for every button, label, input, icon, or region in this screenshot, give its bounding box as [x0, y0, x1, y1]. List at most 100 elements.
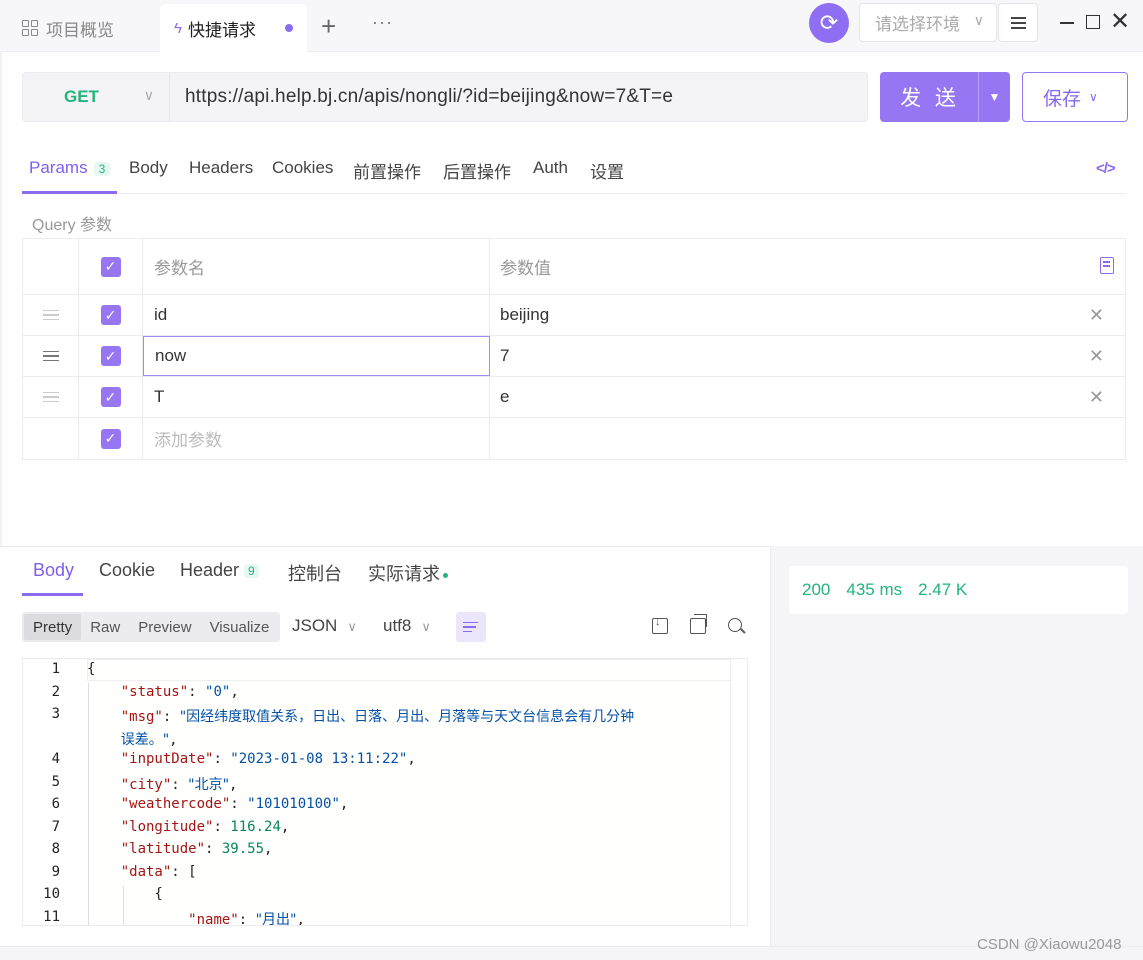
json-value: 39.55 [221, 841, 265, 857]
method-select[interactable]: GET ∨ [23, 73, 170, 121]
environment-select[interactable]: 请选择环境 ∨ [859, 3, 997, 42]
download-icon[interactable] [652, 616, 668, 634]
tab-params[interactable]: Params 3 [29, 158, 111, 178]
param-value-input[interactable]: e ✕ [490, 377, 1126, 417]
more-icon[interactable]: ··· [372, 12, 393, 33]
view-mode-switch: Pretty Raw Preview Visualize [22, 612, 281, 642]
drag-handle-icon[interactable] [42, 309, 59, 321]
code-line: "weathercode": "101010100", [120, 796, 349, 812]
table-row: ✓ T e ✕ [23, 377, 1125, 418]
select-all-cell: ✓ [79, 239, 143, 294]
line-number: 7 [51, 819, 60, 835]
drag-handle-cell [23, 418, 79, 459]
code-line: "data": [ [120, 864, 197, 880]
watermark: CSDN @Xiaowu2048 [977, 936, 1122, 953]
tab-response-cookie[interactable]: Cookie [99, 560, 155, 581]
code-line: { [87, 661, 96, 677]
row-check-cell: ✓ [79, 295, 143, 335]
status-code: 200 [802, 580, 831, 599]
add-param-row: ✓ 添加参数 [23, 418, 1125, 459]
row-checkbox[interactable]: ✓ [100, 305, 121, 325]
line-number: 6 [51, 796, 60, 812]
code-line: "inputDate": "2023-01-08 13:11:22", [120, 751, 416, 767]
drag-handle-icon[interactable] [42, 350, 59, 362]
send-options-chevron-icon[interactable]: ▼ [978, 72, 1010, 122]
view-raw[interactable]: Raw [81, 614, 129, 640]
active-tab-indicator [22, 593, 83, 596]
table-header-row: ✓ 参数名 参数值 [23, 239, 1125, 295]
json-key: "weathercode" [120, 796, 231, 812]
close-icon[interactable]: ✕ [1110, 8, 1130, 36]
tab-post-actions[interactable]: 后置操作 [443, 158, 511, 183]
sync-button[interactable]: ⟳ [809, 3, 849, 43]
save-button[interactable]: 保存 ∨ [1022, 72, 1128, 122]
delete-row-icon[interactable]: ✕ [1089, 387, 1104, 408]
tab-cookies[interactable]: Cookies [272, 158, 333, 178]
delete-row-icon[interactable]: ✕ [1089, 305, 1104, 326]
param-value-input[interactable]: 7 ✕ [490, 336, 1126, 376]
maximize-icon[interactable] [1086, 15, 1100, 29]
tab-auth[interactable]: Auth [533, 158, 568, 178]
tab-console[interactable]: 控制台 [288, 560, 342, 586]
bulk-edit-icon[interactable] [1100, 257, 1114, 274]
tab-quick-request[interactable]: ϟ 快捷请求 [160, 4, 307, 52]
tab-headers[interactable]: Headers [189, 158, 253, 178]
code-line: "msg": "因经纬度取值关系，日出、日落、月出、月落等与天文台信息会有几分钟 [120, 709, 635, 725]
add-param-input[interactable]: 添加参数 [143, 418, 490, 459]
code-line: 误差。", [120, 732, 178, 748]
send-button[interactable]: 发 送 ▼ [880, 72, 1010, 122]
delete-row-icon[interactable]: ✕ [1089, 346, 1104, 367]
tab-pre-actions[interactable]: 前置操作 [353, 158, 421, 183]
menu-button[interactable] [998, 3, 1038, 42]
row-check-cell: ✓ [79, 336, 143, 376]
drag-handle-icon[interactable] [42, 391, 59, 403]
line-number: 1 [51, 661, 60, 677]
json-value: 误差。" [120, 732, 170, 748]
table-row: ✓ now 7 ✕ [23, 336, 1125, 377]
param-name-input[interactable]: now [143, 336, 490, 376]
json-key: "longitude" [120, 819, 214, 835]
tab-body[interactable]: Body [129, 158, 168, 178]
param-name-input[interactable]: T [143, 377, 490, 417]
line-number: 10 [43, 886, 60, 902]
word-wrap-icon[interactable] [456, 612, 486, 642]
chevron-down-icon: ∨ [973, 12, 984, 28]
row-checkbox[interactable]: ✓ [100, 346, 121, 366]
tab-label: Params [29, 158, 88, 177]
select-all-checkbox[interactable]: ✓ [100, 256, 121, 277]
vertical-scrollbar[interactable] [730, 659, 747, 925]
search-icon[interactable] [728, 618, 742, 632]
copy-icon[interactable] [690, 614, 707, 634]
line-number: 11 [43, 909, 60, 925]
code-line: "city": "北京", [120, 777, 238, 793]
tab-settings[interactable]: 设置 [590, 158, 624, 183]
row-checkbox[interactable]: ✓ [100, 428, 121, 449]
format-select[interactable]: JSON ∨ [292, 616, 357, 636]
row-checkbox[interactable]: ✓ [100, 387, 121, 407]
tab-response-header[interactable]: Header 9 [180, 560, 259, 581]
drag-handle-cell [23, 295, 79, 335]
response-code-editor[interactable]: 1 2 3 4 5 6 7 8 9 10 11 { "status": "0",… [22, 658, 748, 926]
line-number: 9 [51, 864, 60, 880]
param-value-header-label: 参数值 [500, 259, 551, 278]
param-value-input[interactable]: beijing ✕ [490, 295, 1126, 335]
param-name-input[interactable]: id [143, 295, 490, 335]
tab-project-overview[interactable]: 项目概览 [22, 4, 114, 52]
view-preview[interactable]: Preview [129, 614, 200, 640]
tab-actual-request[interactable]: 实际请求 [368, 560, 448, 586]
new-tab-button[interactable]: + [321, 13, 336, 39]
tab-response-body[interactable]: Body [33, 560, 74, 581]
line-number: 2 [51, 684, 60, 700]
code-icon[interactable]: </> [1096, 160, 1116, 177]
minimize-icon[interactable] [1060, 22, 1074, 24]
code-line: { [87, 886, 163, 902]
chevron-down-icon: ∨ [143, 87, 154, 103]
tab-label: 实际请求 [368, 564, 440, 584]
view-pretty[interactable]: Pretty [24, 614, 82, 640]
url-input[interactable]: https://api.help.bj.cn/apis/nongli/?id=b… [185, 86, 673, 108]
encoding-select[interactable]: utf8 ∨ [383, 616, 431, 636]
add-value-input[interactable] [490, 418, 1126, 459]
tab-label: Header [180, 560, 240, 580]
view-visualize[interactable]: Visualize [201, 614, 279, 640]
line-number: 5 [51, 774, 60, 790]
